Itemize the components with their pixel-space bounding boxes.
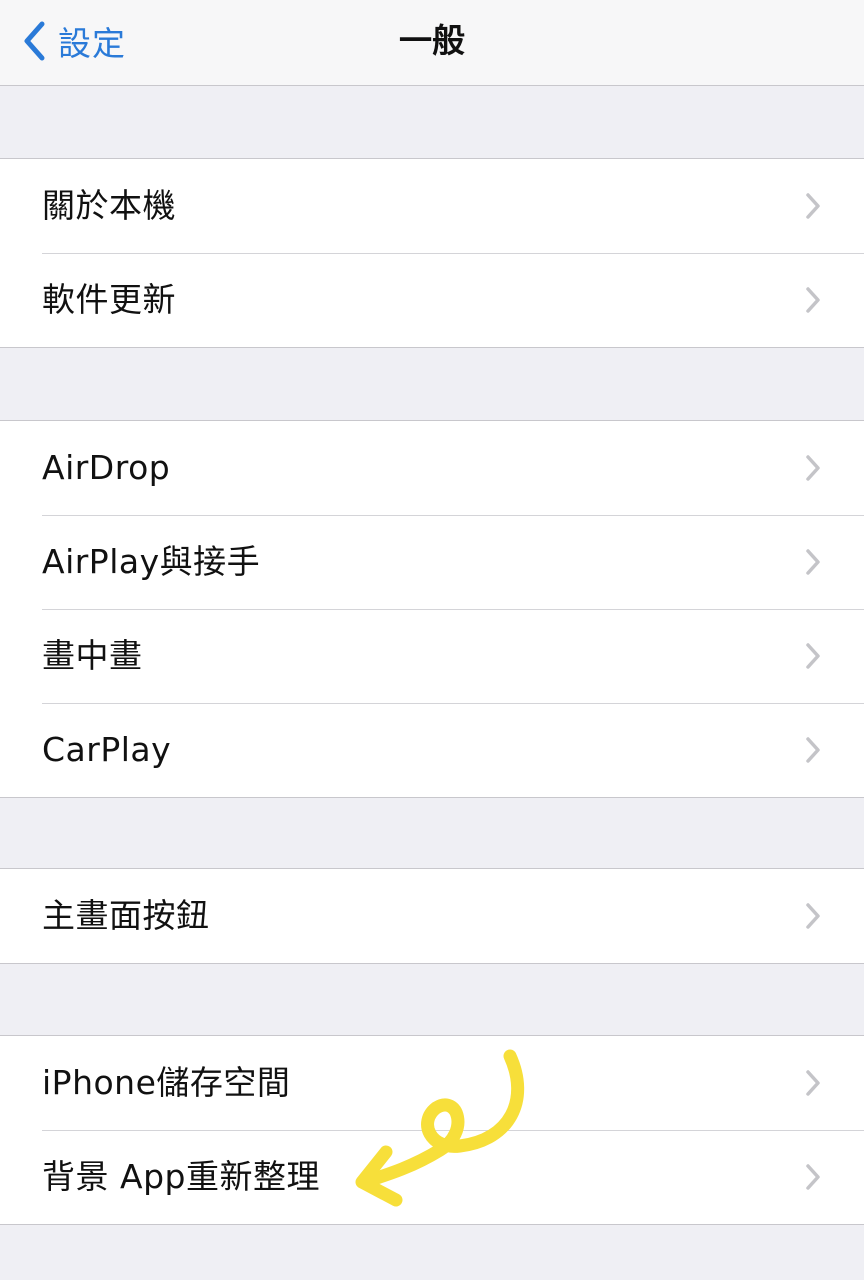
- chevron-right-icon: [806, 1164, 820, 1190]
- chevron-right-icon: [806, 193, 820, 219]
- row-airdrop[interactable]: AirDrop: [0, 421, 864, 515]
- row-label: AirDrop: [42, 448, 171, 487]
- chevron-right-icon: [806, 1070, 820, 1096]
- settings-group-device: 關於本機 軟件更新: [0, 158, 864, 348]
- settings-group-connectivity: AirDrop AirPlay與接手 畫中畫 CarPlay: [0, 420, 864, 798]
- row-iphone-storage[interactable]: iPhone儲存空間: [0, 1036, 864, 1130]
- row-label: 關於本機: [42, 186, 176, 225]
- row-home-button[interactable]: 主畫面按鈕: [0, 869, 864, 963]
- settings-group-home-button: 主畫面按鈕: [0, 868, 864, 964]
- row-label: CarPlay: [42, 730, 172, 769]
- row-background-app-refresh[interactable]: 背景 App重新整理: [0, 1130, 864, 1224]
- row-about[interactable]: 關於本機: [0, 159, 864, 253]
- chevron-right-icon: [806, 287, 820, 313]
- row-label: iPhone儲存空間: [42, 1063, 291, 1102]
- row-label: AirPlay與接手: [42, 542, 261, 581]
- chevron-right-icon: [806, 643, 820, 669]
- chevron-right-icon: [806, 737, 820, 763]
- navigation-bar: 設定 一般: [0, 0, 864, 86]
- chevron-right-icon: [806, 903, 820, 929]
- row-carplay[interactable]: CarPlay: [0, 703, 864, 797]
- row-airplay-handoff[interactable]: AirPlay與接手: [0, 515, 864, 609]
- row-label: 主畫面按鈕: [42, 896, 210, 935]
- row-label: 畫中畫: [42, 636, 143, 675]
- row-software-update[interactable]: 軟件更新: [0, 253, 864, 347]
- row-label: 軟件更新: [42, 280, 176, 319]
- chevron-right-icon: [806, 455, 820, 481]
- settings-group-storage: iPhone儲存空間 背景 App重新整理: [0, 1035, 864, 1225]
- row-picture-in-picture[interactable]: 畫中畫: [0, 609, 864, 703]
- chevron-right-icon: [806, 549, 820, 575]
- row-label: 背景 App重新整理: [42, 1157, 320, 1196]
- page-title: 一般: [399, 21, 465, 60]
